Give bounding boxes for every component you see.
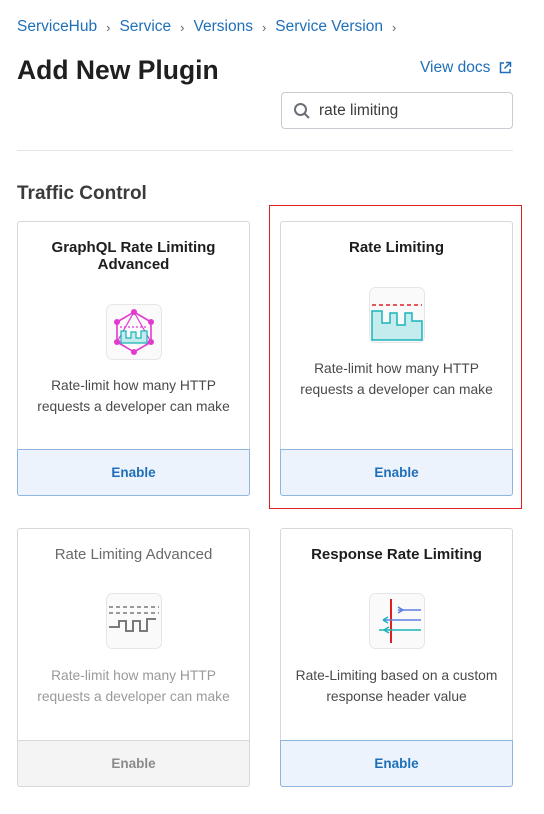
- rate-limiting-icon: [368, 287, 425, 343]
- breadcrumb-service[interactable]: Service: [119, 18, 171, 36]
- rate-limiting-advanced-icon: [105, 593, 162, 649]
- enable-button[interactable]: Enable: [17, 449, 250, 496]
- card-title: Rate Limiting Advanced: [54, 546, 213, 563]
- card-description: Rate-limit how many HTTP requests a deve…: [300, 361, 493, 397]
- enable-button: Enable: [17, 740, 250, 787]
- breadcrumb-separator: ›: [106, 19, 111, 35]
- page-title: Add New Plugin: [17, 55, 219, 85]
- view-docs-link[interactable]: View docs: [420, 59, 512, 77]
- card-description: Rate-limit how many HTTP requests a deve…: [37, 668, 230, 704]
- breadcrumb-versions[interactable]: Versions: [194, 18, 253, 36]
- view-docs-label: View docs: [420, 59, 491, 76]
- card-title: Response Rate Limiting: [311, 546, 482, 563]
- plugin-card-response-rate-limiting[interactable]: Response Rate Limiting Rate-Limiting bas…: [280, 528, 513, 787]
- enable-button[interactable]: Enable: [280, 449, 513, 496]
- card-description: Rate-limit how many HTTP requests a deve…: [37, 378, 230, 414]
- breadcrumb-service-version[interactable]: Service Version: [275, 18, 383, 36]
- search-input[interactable]: [319, 101, 499, 120]
- graphql-rate-limiting-icon: [105, 304, 162, 360]
- section-title: Traffic Control: [17, 183, 147, 204]
- enable-button[interactable]: Enable: [280, 740, 513, 787]
- breadcrumb-servicehub[interactable]: ServiceHub: [17, 18, 97, 36]
- search-box[interactable]: [281, 92, 513, 129]
- divider: [17, 150, 513, 151]
- response-rate-limiting-icon: [368, 593, 425, 649]
- breadcrumb-separator: ›: [261, 19, 267, 35]
- plugin-card-rate-limiting-advanced[interactable]: Rate Limiting Advanced Rate-limit how ma…: [17, 528, 250, 787]
- search-icon: [293, 102, 311, 120]
- card-title: GraphQL Rate Limiting Advanced: [51, 239, 216, 273]
- breadcrumb-separator: ›: [392, 19, 397, 35]
- external-link-icon: [498, 61, 512, 75]
- breadcrumb: ServiceHub › Service › Versions › Servic…: [17, 18, 405, 36]
- breadcrumb-separator: ›: [180, 19, 185, 35]
- plugin-card-rate-limiting[interactable]: Rate Limiting Rate-limit how many HTTP r…: [280, 221, 513, 496]
- card-description: Rate-Limiting based on a custom response…: [295, 668, 498, 704]
- plugin-card-graphql-rate-limiting-advanced[interactable]: GraphQL Rate Limiting Advanced Rate-limi…: [17, 221, 250, 496]
- card-title: Rate Limiting: [348, 239, 444, 256]
